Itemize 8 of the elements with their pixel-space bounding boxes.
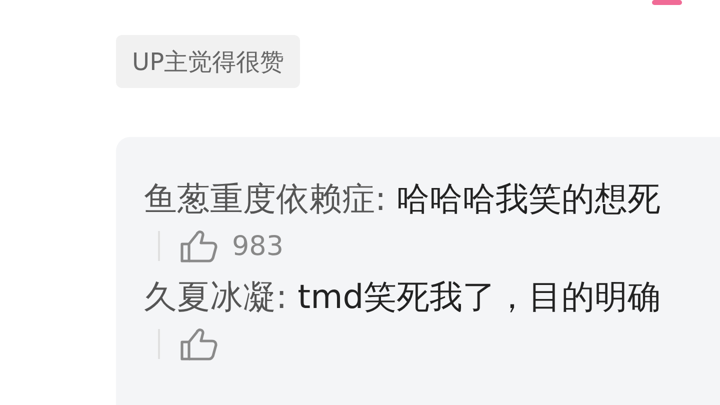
like-count: 983 [232, 230, 284, 262]
reply-author[interactable]: 久夏冰凝: [144, 277, 288, 316]
reply-text: tmd笑死我了，目的明确 [298, 277, 661, 316]
thumbs-up-icon[interactable] [180, 229, 218, 263]
author-liked-tag: UP主觉得很赞 [116, 35, 300, 88]
thumbs-up-icon[interactable] [180, 327, 218, 361]
reply-text: 哈哈哈我笑的想死 [396, 179, 661, 218]
reply-author[interactable]: 鱼葱重度依赖症: [144, 179, 386, 218]
